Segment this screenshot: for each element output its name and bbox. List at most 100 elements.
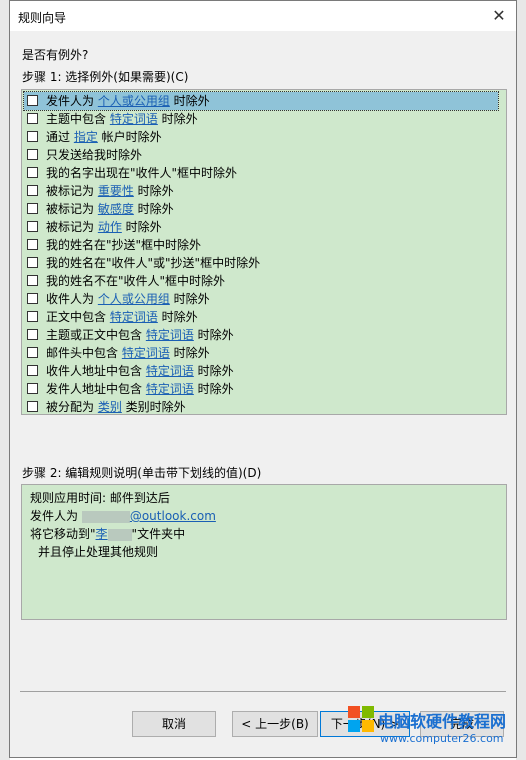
rule-description-box: 规则应用时间: 邮件到达后 发件人为 @outlook.com 将它移动到"李 "… [21,484,507,620]
exception-value-link[interactable]: 特定词语 [146,328,194,342]
exception-text-suffix: 时除外 [169,94,210,108]
desc-line-stop: 并且停止处理其他规则 [38,545,159,559]
exception-checkbox[interactable] [27,113,38,124]
exception-item[interactable]: 我的姓名在"收件人"或"抄送"框中时除外 [24,254,498,272]
exception-item[interactable]: 我的姓名不在"收件人"框中时除外 [24,272,498,290]
exception-item[interactable]: 被分配为 类别 类别时除外 [24,398,498,416]
exception-item[interactable]: 收件人为 个人或公用组 时除外 [24,290,498,308]
exception-value-link[interactable]: 个人或公用组 [98,94,170,108]
exception-checkbox[interactable] [27,365,38,376]
close-icon[interactable]: ✕ [482,1,516,31]
exception-item[interactable]: 发件人地址中包含 特定词语 时除外 [24,380,498,398]
exception-text: 主题或正文中包含 [46,328,146,342]
exception-item[interactable]: 主题中包含 特定词语 时除外 [24,110,498,128]
exception-label: 我的姓名在"抄送"框中时除外 [46,236,201,254]
exception-value-link[interactable]: 特定词语 [122,346,170,360]
exception-text: 被标记为 [46,184,98,198]
exception-item[interactable]: 邮件头中包含 特定词语 时除外 [24,344,498,362]
exception-checkbox[interactable] [27,383,38,394]
exception-text-suffix: 时除外 [157,310,198,324]
exception-item[interactable]: 只发送给我时除外 [24,146,498,164]
exception-text-suffix: 帐户时除外 [97,130,162,144]
desc-move-suffix: "文件夹中 [131,527,186,541]
exception-item[interactable]: 发件人为 个人或公用组 时除外 [23,91,499,111]
exception-checkbox[interactable] [27,203,38,214]
exception-text: 发件人为 [46,94,98,108]
exception-value-link[interactable]: 特定词语 [146,364,194,378]
exception-checkbox[interactable] [27,221,38,232]
exception-checkbox[interactable] [27,239,38,250]
exception-checkbox[interactable] [27,311,38,322]
exception-checkbox[interactable] [27,149,38,160]
exception-checkbox[interactable] [27,329,38,340]
folder-link[interactable]: 李 [96,527,108,541]
exception-item[interactable]: 通过 指定 帐户时除外 [24,128,498,146]
exception-item[interactable]: 我的姓名在"抄送"框中时除外 [24,236,498,254]
exception-checkbox[interactable] [27,275,38,286]
desc-line-move: 将它移动到"李 "文件夹中 [30,525,185,542]
exception-text-suffix: 类别时除外 [121,400,186,414]
exception-value-link[interactable]: 个人或公用组 [98,292,170,306]
button-separator [20,691,506,692]
exception-text: 收件人地址中包含 [46,364,146,378]
exception-item[interactable]: 被标记为 动作 时除外 [24,218,498,236]
exception-value-link[interactable]: 特定词语 [110,310,158,324]
exception-label: 我的名字出现在"收件人"框中时除外 [46,164,237,182]
exception-value-link[interactable]: 重要性 [98,184,134,198]
desc-line-apply-time: 规则应用时间: 邮件到达后 [30,491,170,505]
watermark-url: www.computer26.com [380,732,504,745]
exception-text-suffix: 时除外 [193,364,234,378]
exception-text-suffix: 时除外 [169,346,210,360]
exception-label: 我的姓名不在"收件人"框中时除外 [46,272,225,290]
exception-label: 我的姓名在"收件人"或"抄送"框中时除外 [46,254,260,272]
exception-text: 正文中包含 [46,310,110,324]
exception-label: 只发送给我时除外 [46,146,142,164]
cancel-button[interactable]: 取消 [132,711,216,737]
exception-label: 被标记为 动作 时除外 [46,218,162,236]
exception-checkbox[interactable] [27,257,38,268]
exception-text-suffix: 时除外 [121,220,162,234]
desc-line-sender: 发件人为 @outlook.com [30,507,216,524]
exception-label: 发件人地址中包含 特定词语 时除外 [46,380,234,398]
window-title: 规则向导 [18,11,67,25]
back-button[interactable]: < 上一步(B) [232,711,318,737]
exception-text: 我的名字出现在"收件人"框中时除外 [46,166,238,180]
exception-text-suffix: 时除外 [133,184,174,198]
exception-value-link[interactable]: 敏感度 [98,202,134,216]
exception-text: 通过 [46,130,74,144]
exception-text: 发件人地址中包含 [46,382,146,396]
exception-text: 我的姓名在"收件人"或"抄送"框中时除外 [46,256,261,270]
exception-label: 主题或正文中包含 特定词语 时除外 [46,326,234,344]
exception-value-link[interactable]: 指定 [74,130,98,144]
exception-label: 被标记为 敏感度 时除外 [46,200,174,218]
sender-address-link[interactable]: @outlook.com [130,509,216,523]
exception-text: 我的姓名不在"收件人"框中时除外 [46,274,226,288]
exception-text: 主题中包含 [46,112,110,126]
exception-item[interactable]: 被标记为 敏感度 时除外 [24,200,498,218]
exception-checkbox[interactable] [27,293,38,304]
exceptions-list[interactable]: 发件人为 个人或公用组 时除外 主题中包含 特定词语 时除外 通过 指定 帐户时除外… [21,89,507,415]
exception-text-suffix: 时除外 [157,112,198,126]
exception-item[interactable]: 主题或正文中包含 特定词语 时除外 [24,326,498,344]
exception-checkbox[interactable] [27,131,38,142]
exception-item[interactable]: 我的名字出现在"收件人"框中时除外 [24,164,498,182]
exception-text: 只发送给我时除外 [46,148,143,162]
exception-checkbox[interactable] [27,347,38,358]
exception-value-link[interactable]: 特定词语 [110,112,158,126]
exception-label: 收件人地址中包含 特定词语 时除外 [46,362,234,380]
exception-label: 主题中包含 特定词语 时除外 [46,110,198,128]
exception-checkbox[interactable] [27,185,38,196]
exception-text: 被标记为 [46,220,98,234]
exception-label: 收件人为 个人或公用组 时除外 [46,290,210,308]
exception-checkbox[interactable] [27,167,38,178]
exception-item[interactable]: 被标记为 重要性 时除外 [24,182,498,200]
exception-value-link[interactable]: 类别 [98,400,122,414]
exception-label: 邮件头中包含 特定词语 时除外 [46,344,210,362]
exception-item[interactable]: 收件人地址中包含 特定词语 时除外 [24,362,498,380]
exception-value-link[interactable]: 动作 [98,220,122,234]
exception-checkbox[interactable] [27,95,38,106]
exception-value-link[interactable]: 特定词语 [146,382,194,396]
exception-text: 我的姓名在"抄送"框中时除外 [46,238,202,252]
exception-item[interactable]: 正文中包含 特定词语 时除外 [24,308,498,326]
exception-checkbox[interactable] [27,401,38,412]
